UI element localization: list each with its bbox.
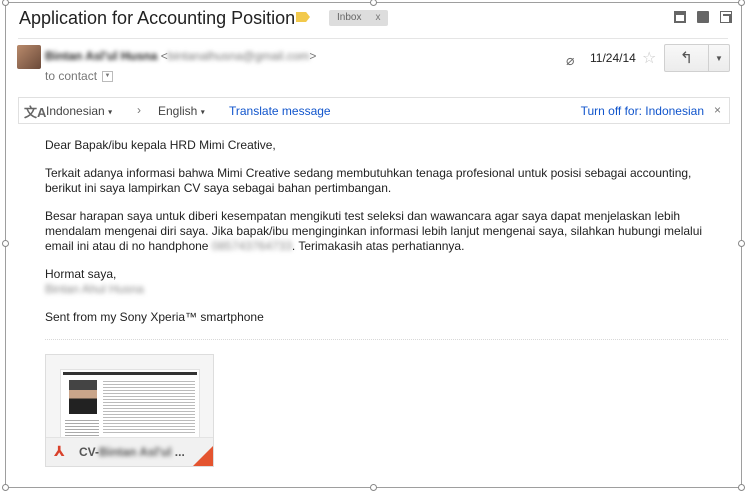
sender-email-address: bintanalhusna@gmail.com xyxy=(167,49,310,63)
attachment-footer: ⅄ CV-Bintan Asl'ul ... xyxy=(46,437,213,466)
reply-button-group: ↰ ▼ xyxy=(664,44,730,72)
caret-icon: ▾ xyxy=(108,107,113,117)
attachment-filename: CV-Bintan Asl'ul ... xyxy=(79,445,185,459)
resize-handle[interactable] xyxy=(370,484,377,491)
close-icon[interactable]: × xyxy=(714,103,721,117)
sender-name[interactable]: Bintan Asl'ul Husna xyxy=(45,49,157,63)
resize-handle[interactable] xyxy=(738,484,745,491)
page-fold-icon xyxy=(193,446,213,466)
pdf-icon: ⅄ xyxy=(54,443,65,459)
sender-email: <bintanalhusna@gmail.com> xyxy=(161,49,317,63)
email-subject: Application for Accounting Position xyxy=(19,8,296,28)
target-language-label: English xyxy=(158,104,198,118)
reply-button[interactable]: ↰ xyxy=(665,45,709,71)
star-icon[interactable]: ☆ xyxy=(642,48,656,68)
resize-handle[interactable] xyxy=(2,240,9,247)
reply-icon: ↰ xyxy=(679,50,694,67)
resize-handle[interactable] xyxy=(738,240,745,247)
inbox-label-text: Inbox xyxy=(337,12,362,23)
resize-handle[interactable] xyxy=(2,484,9,491)
thumb-text-lines xyxy=(103,379,195,435)
signature-name: Bintan Ahul Husna xyxy=(45,282,144,296)
message-body: Dear Bapak/ibu kepala HRD Mimi Creative,… xyxy=(45,138,705,325)
filename-ellipsis: ... xyxy=(174,445,185,459)
closing: Hormat saya, xyxy=(45,267,117,281)
email-bracket-close: > xyxy=(309,49,317,63)
caret-icon: ▾ xyxy=(200,107,205,117)
target-language-select[interactable]: English ▾ xyxy=(158,104,205,118)
paragraph-2-end: . Terimakasih atas perhatiannya. xyxy=(291,239,465,253)
sent-from-line: Sent from my Sony Xperia™ smartphone xyxy=(45,310,264,324)
sender-line: Bintan Asl'ul Husna <bintanalhusna@gmail… xyxy=(45,49,316,63)
show-details-dropdown[interactable]: ▼ xyxy=(102,70,114,82)
thumb-header-bar xyxy=(63,372,197,375)
remove-label-button[interactable]: x xyxy=(375,12,380,23)
inbox-label-chip[interactable]: Inbox x xyxy=(329,10,389,26)
message-date: 11/24/14 xyxy=(590,51,636,65)
recipient-line: to contact ▼ xyxy=(45,69,114,83)
filename-blurred: Bintan Asl'ul xyxy=(99,445,172,459)
thumb-photo xyxy=(69,380,97,414)
paragraph-1: Terkait adanya informasi bahwa Mimi Crea… xyxy=(45,166,692,195)
translate-bar: 文A Indonesian ▾ › English ▾ Translate me… xyxy=(18,97,730,124)
translate-message-link[interactable]: Translate message xyxy=(229,104,331,118)
filename-prefix: CV- xyxy=(79,445,100,459)
arrow-icon: › xyxy=(137,103,141,117)
avatar[interactable] xyxy=(17,45,41,69)
archive-icon[interactable] xyxy=(674,11,686,23)
top-icons xyxy=(674,11,732,23)
source-language-label: Indonesian xyxy=(46,104,105,118)
recipient-label: to contact xyxy=(45,69,98,83)
source-language-select[interactable]: Indonesian ▾ xyxy=(46,104,112,118)
attachment-divider xyxy=(45,339,728,340)
document-thumbnail xyxy=(60,369,200,439)
resize-handle[interactable] xyxy=(738,0,745,6)
paragraph-2: Besar harapan saya untuk diberi kesempat… xyxy=(45,209,705,254)
email-bracket-open: < xyxy=(160,49,168,63)
translate-icon: 文A xyxy=(24,105,47,120)
greeting: Dear Bapak/ibu kepala HRD Mimi Creative, xyxy=(45,138,276,152)
paperclip-icon: ⌀ xyxy=(566,52,575,68)
print-icon[interactable] xyxy=(697,11,709,23)
phone-number: 085743764733 xyxy=(211,239,292,253)
new-window-icon[interactable] xyxy=(720,11,732,23)
turn-off-translation-link[interactable]: Turn off for: Indonesian xyxy=(581,104,704,118)
more-actions-button[interactable]: ▼ xyxy=(709,45,729,71)
header-divider xyxy=(18,38,728,39)
attachment-card[interactable]: ⅄ CV-Bintan Asl'ul ... xyxy=(45,354,214,467)
chevron-down-icon: ▼ xyxy=(715,53,723,63)
thumb-text-lines xyxy=(65,418,99,436)
